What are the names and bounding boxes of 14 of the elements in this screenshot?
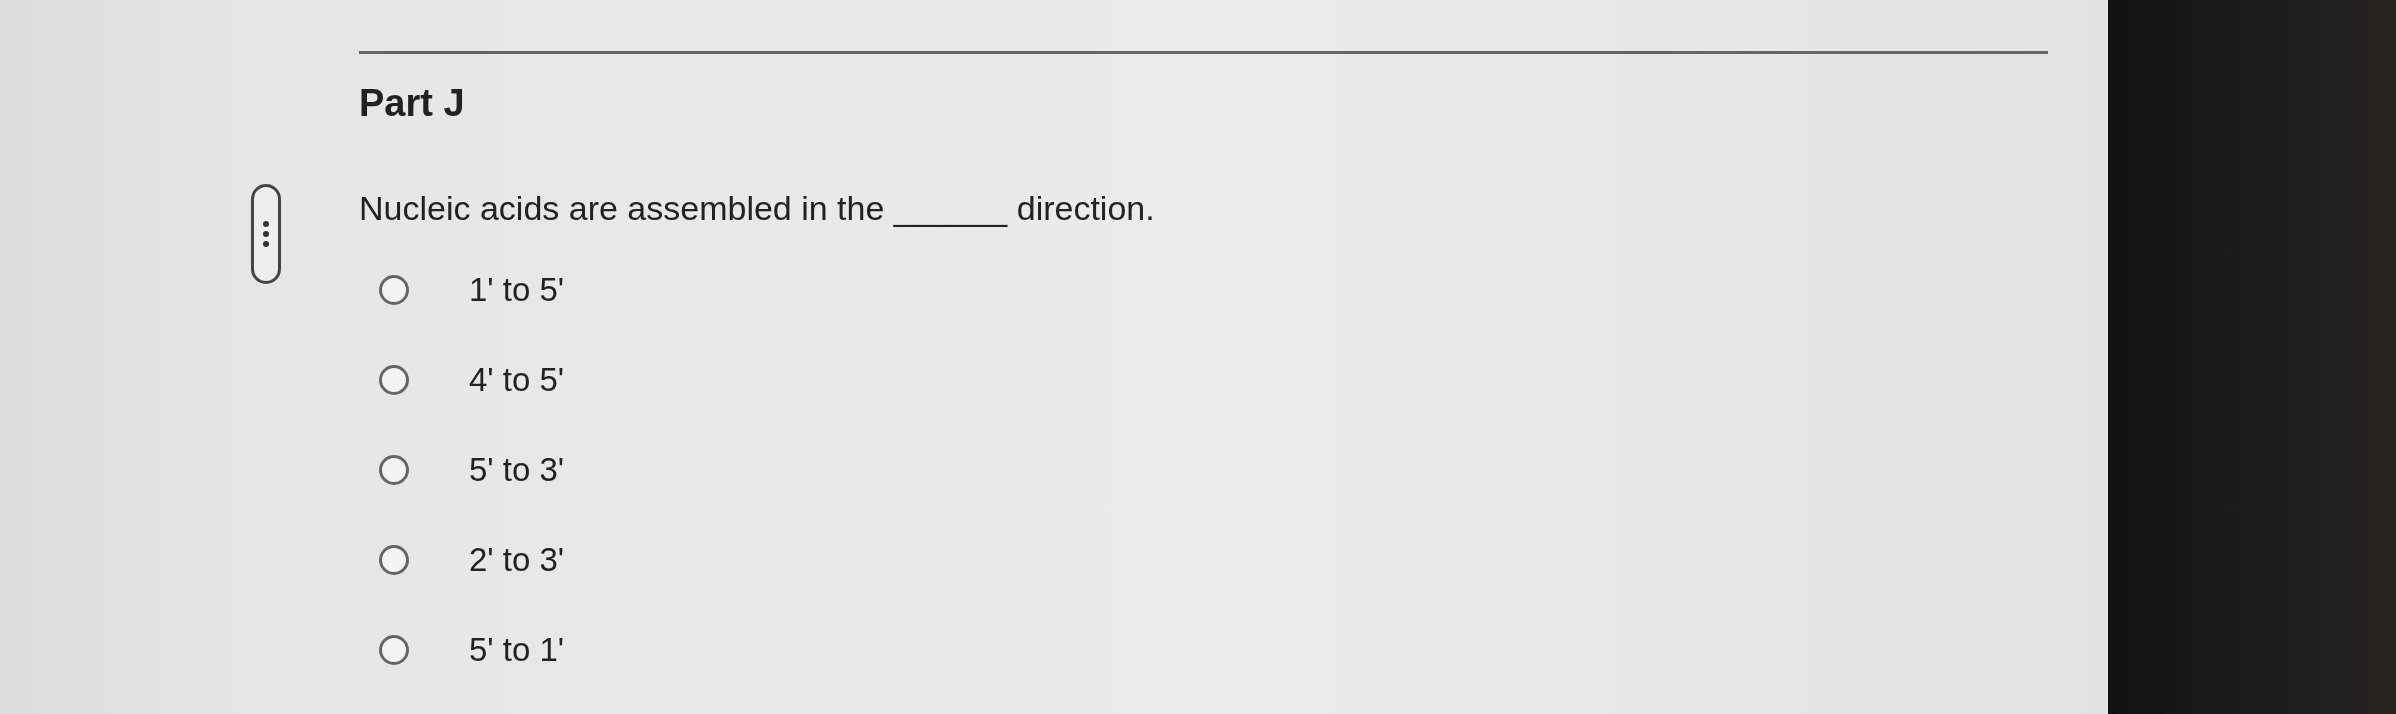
option-label[interactable]: 2' to 3' bbox=[469, 541, 565, 579]
option-label[interactable]: 4' to 5' bbox=[469, 361, 565, 399]
question-text: Nucleic acids are assembled in the ______ direction. bbox=[359, 189, 1156, 228]
option-label[interactable]: 5' to 1' bbox=[469, 631, 565, 669]
option-label[interactable]: 1' to 5' bbox=[469, 271, 565, 309]
radio-button[interactable] bbox=[379, 455, 409, 485]
radio-button[interactable] bbox=[379, 635, 409, 665]
drag-handle[interactable] bbox=[251, 184, 281, 284]
radio-button[interactable] bbox=[379, 365, 409, 395]
radio-button[interactable] bbox=[379, 545, 409, 575]
radio-button[interactable] bbox=[379, 275, 409, 305]
part-title: Part J bbox=[359, 82, 466, 125]
option-label[interactable]: 5' to 3' bbox=[469, 451, 565, 489]
vertical-ellipsis-icon bbox=[262, 219, 270, 249]
